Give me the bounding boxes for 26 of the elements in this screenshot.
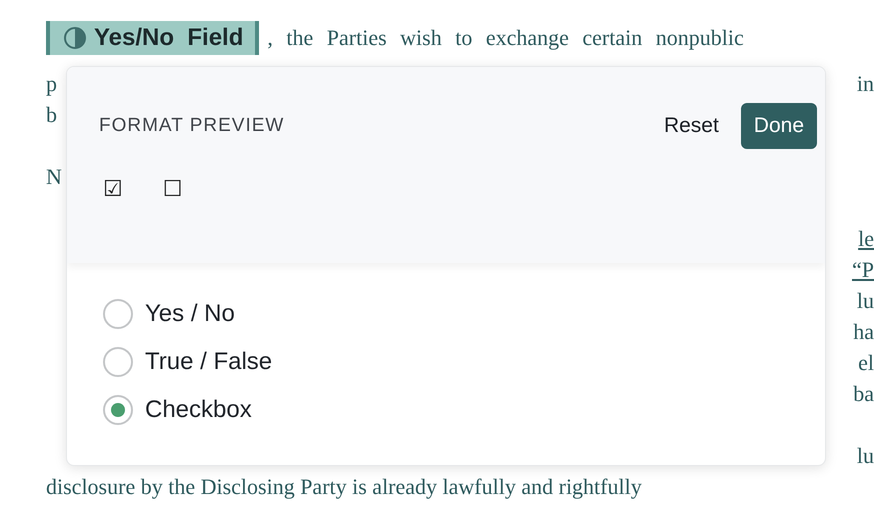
option-label: Yes / No [145, 300, 235, 328]
field-chip[interactable]: Yes/No Field [46, 21, 260, 55]
checkbox-preview-glyph: ☐ [162, 177, 182, 202]
popover-title: FORMAT PREVIEW [99, 115, 284, 137]
radio-button[interactable] [103, 347, 133, 377]
document-text: disclosure by the Disclosing Party is already lawfully and rightfully [46, 474, 642, 500]
document-text: , the Parties wish to exchange certain nonpublic [267, 25, 744, 51]
checkbox-preview-glyph: ☑ [103, 177, 123, 202]
document-text: ha [853, 318, 874, 344]
document-text: ba [853, 380, 874, 406]
document-text: le [858, 226, 874, 252]
radio-button[interactable] [103, 299, 133, 329]
document-text: N [46, 164, 62, 190]
reset-button[interactable]: Reset [664, 114, 719, 138]
document-text: p [46, 70, 57, 96]
option-label: True / False [145, 348, 272, 376]
document-text: el [858, 350, 874, 376]
radio-button[interactable] [103, 395, 133, 425]
document-text: “P [852, 256, 874, 282]
option-label: Checkbox [145, 396, 252, 424]
half-circle-icon [64, 27, 86, 49]
document-text: lu [856, 288, 874, 314]
document-text: in [856, 70, 874, 96]
document-text: lu [856, 442, 874, 468]
document-text: b [46, 102, 57, 128]
done-button[interactable]: Done [740, 103, 817, 149]
